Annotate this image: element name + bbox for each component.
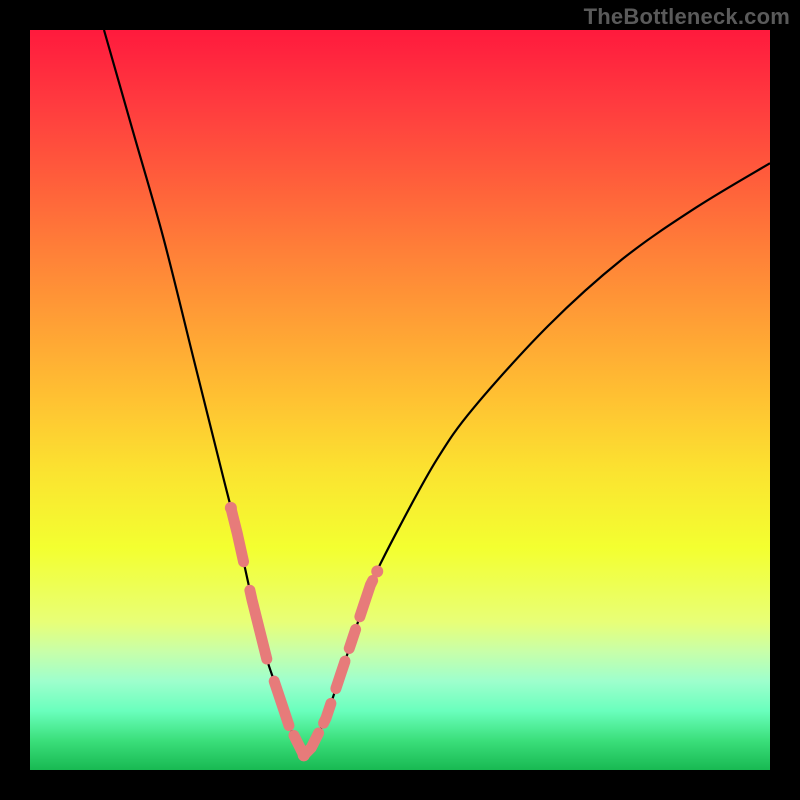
marker-segment [274,681,289,725]
marker-segment [360,580,373,616]
marker-segment [324,703,331,723]
marker-segment [336,661,345,688]
curve-left-branch [104,30,304,755]
marker-dot [225,502,237,514]
marker-overlay-left [225,502,310,761]
marker-segment [349,629,355,648]
marker-dot [298,749,310,761]
watermark-text: TheBottleneck.com [584,4,790,30]
marker-segment [231,508,244,562]
marker-dot [371,565,383,577]
marker-overlay-right [298,565,383,761]
chart-svg [30,30,770,770]
curve-right-branch [304,163,770,755]
chart-frame: TheBottleneck.com [0,0,800,800]
plot-area [30,30,770,770]
marker-segment [250,590,267,659]
